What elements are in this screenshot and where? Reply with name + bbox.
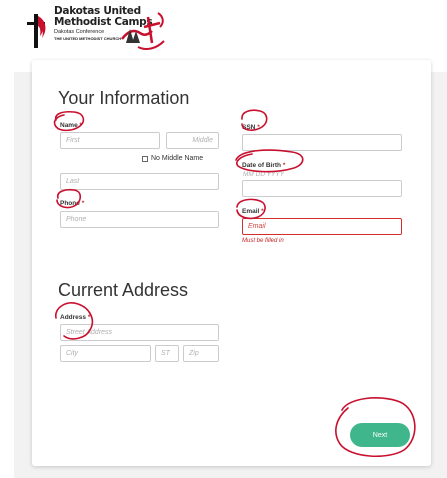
- cross-and-flame-logo-icon: [27, 14, 46, 48]
- no-middle-name-option[interactable]: No Middle Name: [142, 155, 203, 162]
- state-input[interactable]: ST: [155, 345, 179, 362]
- ssn-label: SSN *: [242, 124, 260, 131]
- date-of-birth-input[interactable]: [242, 180, 402, 197]
- zip-input[interactable]: Zip: [183, 345, 219, 362]
- address-label: Address *: [60, 314, 91, 321]
- street-address-input[interactable]: Street Address: [60, 324, 219, 341]
- form-card: Your Information Name * First Middle No …: [32, 60, 431, 466]
- city-input[interactable]: City: [60, 345, 151, 362]
- first-name-input[interactable]: First: [60, 132, 160, 149]
- middle-name-input[interactable]: Middle: [166, 132, 219, 149]
- next-button[interactable]: Next: [350, 423, 410, 447]
- last-name-input[interactable]: Last: [60, 173, 219, 190]
- camp-emblem-icon: [121, 12, 165, 50]
- name-label: Name *: [60, 122, 83, 129]
- ssn-input[interactable]: [242, 134, 402, 151]
- your-information-title: Your Information: [58, 88, 190, 108]
- email-error-message: Must be filled in: [242, 238, 284, 244]
- no-middle-name-label: No Middle Name: [151, 155, 204, 162]
- email-input[interactable]: Email: [242, 218, 402, 235]
- date-of-birth-label: Date of Birth *: [242, 162, 286, 169]
- email-label: Email *: [242, 208, 264, 215]
- current-address-title: Current Address: [58, 280, 189, 300]
- phone-label: Phone *: [60, 200, 85, 207]
- date-of-birth-format-hint: MM DD YYYY: [243, 171, 285, 178]
- header: Dakotas United Methodist Camps Dakotas C…: [0, 0, 447, 62]
- no-middle-name-checkbox[interactable]: [142, 155, 148, 162]
- phone-input[interactable]: Phone: [60, 211, 219, 228]
